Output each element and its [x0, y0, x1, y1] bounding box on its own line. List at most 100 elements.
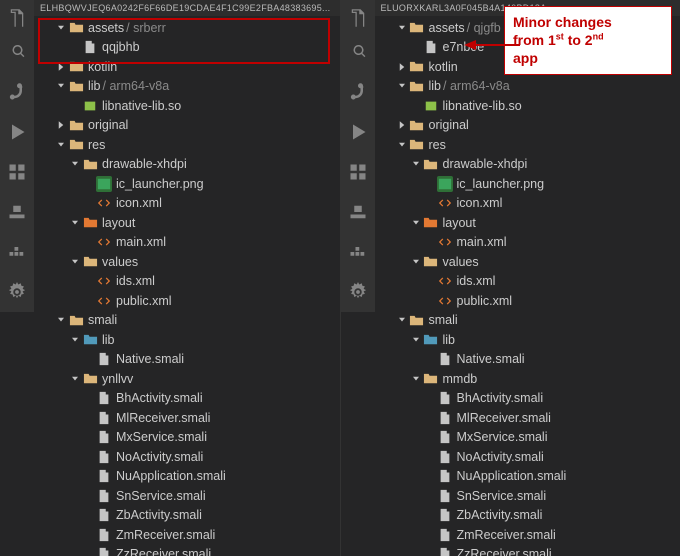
file-icon — [96, 449, 112, 465]
chevron-open-icon[interactable] — [68, 157, 82, 171]
tree-row[interactable]: Native.smali — [34, 350, 340, 370]
chevron-open-icon[interactable] — [54, 79, 68, 93]
remote-icon[interactable] — [346, 200, 370, 224]
tree-row[interactable]: MxService.smali — [34, 428, 340, 448]
chevron-open-icon[interactable] — [68, 216, 82, 230]
search-icon[interactable] — [5, 40, 29, 64]
tree-row[interactable]: icon.xml — [34, 194, 340, 214]
tree-row[interactable]: original — [375, 116, 680, 136]
tree-row[interactable]: lib — [375, 330, 680, 350]
source-control-icon[interactable] — [346, 80, 370, 104]
file-icon — [437, 429, 453, 445]
tree-row[interactable]: layout — [34, 213, 340, 233]
tree-row[interactable]: libnative-lib.so — [34, 96, 340, 116]
settings-icon[interactable] — [5, 280, 29, 304]
chevron-open-icon[interactable] — [395, 79, 409, 93]
chevron-open-icon[interactable] — [395, 138, 409, 152]
chevron-open-icon[interactable] — [395, 313, 409, 327]
chevron-closed-icon[interactable] — [54, 118, 68, 132]
chevron-open-icon[interactable] — [68, 255, 82, 269]
tree-row[interactable]: SnService.smali — [375, 486, 680, 506]
tree-label: NuApplication.smali — [116, 469, 226, 483]
chevron-closed-icon[interactable] — [395, 60, 409, 74]
files-icon[interactable] — [5, 6, 29, 30]
tree-row[interactable]: smali — [375, 311, 680, 331]
code-icon — [96, 234, 112, 250]
chevron-closed-icon[interactable] — [395, 118, 409, 132]
tree-row[interactable]: res — [34, 135, 340, 155]
tree-row[interactable]: main.xml — [34, 233, 340, 253]
tree-row[interactable]: lib — [34, 330, 340, 350]
tree-row[interactable]: SnService.smali — [34, 486, 340, 506]
twistie-none — [82, 391, 96, 405]
extensions-icon[interactable] — [5, 160, 29, 184]
tree-row[interactable]: NuApplication.smali — [34, 467, 340, 487]
tree-row[interactable]: NoActivity.smali — [34, 447, 340, 467]
settings-icon[interactable] — [346, 280, 370, 304]
tree-row[interactable]: ZzReceiver.smali — [375, 545, 680, 556]
tree-row[interactable]: mmdb — [375, 369, 680, 389]
chevron-open-icon[interactable] — [409, 333, 423, 347]
tree-row[interactable]: qqjbhb — [34, 38, 340, 58]
source-control-icon[interactable] — [5, 80, 29, 104]
chevron-open-icon[interactable] — [54, 21, 68, 35]
run-icon[interactable] — [5, 120, 29, 144]
tree-row[interactable]: MlReceiver.smali — [34, 408, 340, 428]
tree-row[interactable]: lib/ arm64-v8a — [375, 77, 680, 97]
tree-row[interactable]: ids.xml — [34, 272, 340, 292]
tree-row[interactable]: public.xml — [375, 291, 680, 311]
tree-row[interactable]: libnative-lib.so — [375, 96, 680, 116]
docker-icon[interactable] — [346, 240, 370, 264]
tree-row[interactable]: NuApplication.smali — [375, 467, 680, 487]
tree-row[interactable]: ynllvv — [34, 369, 340, 389]
tree-row[interactable]: original — [34, 116, 340, 136]
chevron-open-icon[interactable] — [409, 216, 423, 230]
tree-row[interactable]: lib/ arm64-v8a — [34, 77, 340, 97]
tree-row[interactable]: kotlin — [34, 57, 340, 77]
tree-row[interactable]: drawable-xhdpi — [375, 155, 680, 175]
tree-label: layout — [102, 216, 135, 230]
tree-row[interactable]: values — [375, 252, 680, 272]
search-icon[interactable] — [346, 40, 370, 64]
tree-row[interactable]: ic_launcher.png — [375, 174, 680, 194]
chevron-open-icon[interactable] — [68, 333, 82, 347]
files-icon[interactable] — [346, 6, 370, 30]
chevron-open-icon[interactable] — [409, 255, 423, 269]
tree-row[interactable]: icon.xml — [375, 194, 680, 214]
chevron-open-icon[interactable] — [395, 21, 409, 35]
tree-row[interactable]: ZbActivity.smali — [34, 506, 340, 526]
chevron-closed-icon[interactable] — [54, 60, 68, 74]
chevron-open-icon[interactable] — [54, 313, 68, 327]
tree-row[interactable]: ZmReceiver.smali — [34, 525, 340, 545]
tree-row[interactable]: ZzReceiver.smali — [34, 545, 340, 556]
tree-row[interactable]: ZmReceiver.smali — [375, 525, 680, 545]
tree-row[interactable]: NoActivity.smali — [375, 447, 680, 467]
extensions-icon[interactable] — [346, 160, 370, 184]
docker-icon[interactable] — [5, 240, 29, 264]
chevron-open-icon[interactable] — [409, 157, 423, 171]
tree-label: ZbActivity.smali — [457, 508, 543, 522]
run-icon[interactable] — [346, 120, 370, 144]
remote-icon[interactable] — [5, 200, 29, 224]
twistie-none — [423, 294, 437, 308]
tree-row[interactable]: main.xml — [375, 233, 680, 253]
chevron-open-icon[interactable] — [68, 372, 82, 386]
chevron-open-icon[interactable] — [409, 372, 423, 386]
tree-row[interactable]: assets/ srberr — [34, 18, 340, 38]
tree-row[interactable]: drawable-xhdpi — [34, 155, 340, 175]
tree-row[interactable]: MxService.smali — [375, 428, 680, 448]
tree-row[interactable]: smali — [34, 311, 340, 331]
chevron-open-icon[interactable] — [54, 138, 68, 152]
tree-row[interactable]: ids.xml — [375, 272, 680, 292]
editor-tab[interactable]: ELHBQWVJEQ6A0242F6F66DE19CDAE4F1C99E2FBA… — [34, 0, 340, 16]
tree-row[interactable]: layout — [375, 213, 680, 233]
tree-row[interactable]: BhActivity.smali — [375, 389, 680, 409]
tree-row[interactable]: res — [375, 135, 680, 155]
tree-row[interactable]: ic_launcher.png — [34, 174, 340, 194]
tree-row[interactable]: values — [34, 252, 340, 272]
tree-row[interactable]: Native.smali — [375, 350, 680, 370]
tree-row[interactable]: BhActivity.smali — [34, 389, 340, 409]
tree-row[interactable]: ZbActivity.smali — [375, 506, 680, 526]
tree-row[interactable]: MlReceiver.smali — [375, 408, 680, 428]
tree-row[interactable]: public.xml — [34, 291, 340, 311]
